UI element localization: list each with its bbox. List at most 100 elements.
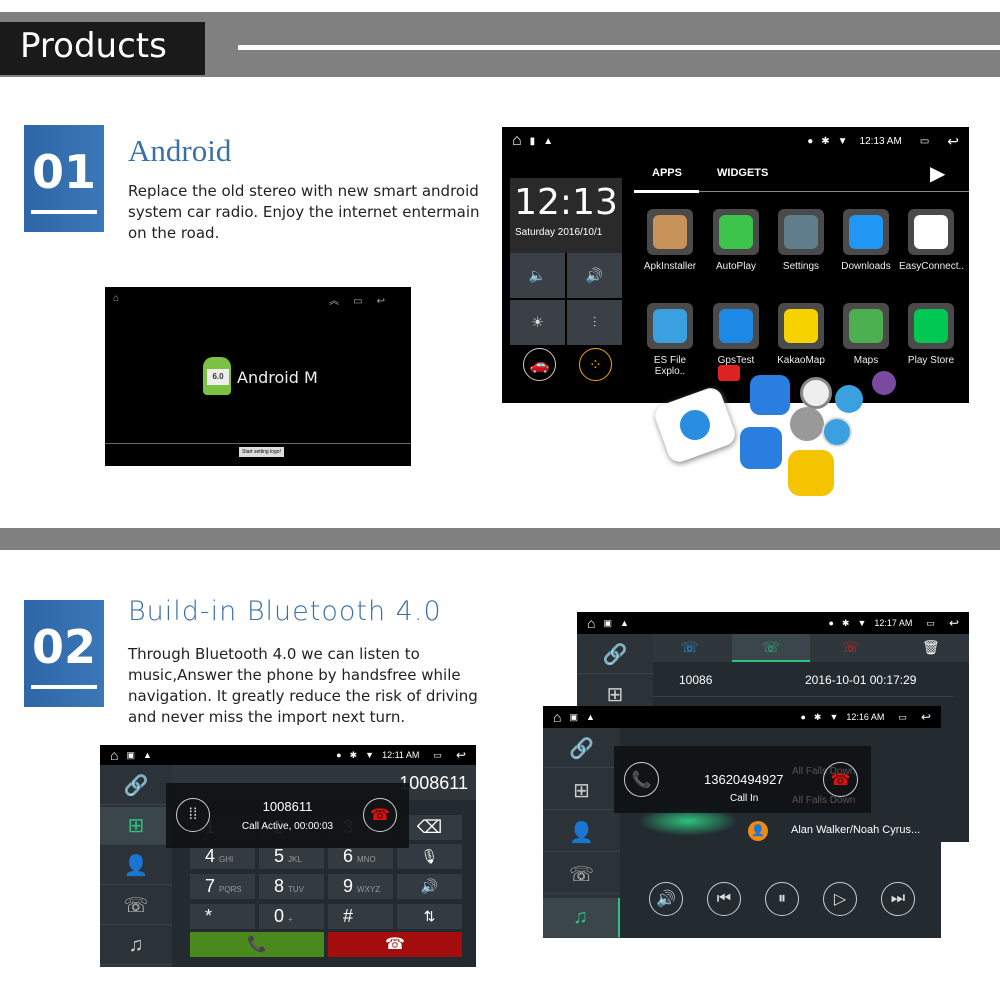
call-button[interactable]: 📞 (190, 932, 324, 957)
delete-icon[interactable]: 🗑 (922, 639, 940, 656)
artist-name: Alan Walker/Noah Cyrus... (791, 824, 921, 836)
contacts-icon[interactable]: 👤 (100, 847, 172, 885)
music-icon[interactable]: ♫ (543, 898, 620, 938)
android-m-logo: Android M (237, 368, 318, 387)
app-icon (647, 209, 693, 255)
app-settings[interactable]: Settings (769, 209, 833, 272)
link-icon[interactable]: 🔗 (543, 730, 620, 768)
pause-button[interactable]: ⏸ (765, 882, 799, 916)
dialpad-icon[interactable]: ⊞ (100, 807, 172, 845)
header-divider (238, 45, 1000, 50)
warning-icon: ▲ (619, 618, 629, 628)
app-apkinstaller[interactable]: ApkInstaller (638, 209, 702, 272)
home-icon: ⌂ (113, 293, 120, 304)
tab-missed-calls[interactable]: ☏ (842, 639, 860, 656)
call-log-icon[interactable]: ☏ (543, 856, 620, 894)
key-6[interactable]: 7 PQRS (190, 874, 255, 899)
back-icon[interactable]: ↩ (947, 133, 959, 150)
back-icon[interactable]: ↩ (949, 616, 959, 630)
tab-indicator (634, 190, 699, 193)
app-label: Settings (782, 261, 820, 272)
app-icon (843, 209, 889, 255)
bluetooth-icon: ✱ (841, 617, 850, 628)
section-divider-band (0, 528, 1000, 550)
contacts-icon[interactable]: 👤 (543, 814, 620, 852)
notification-icon: ▣ (569, 711, 578, 722)
music-icon[interactable]: ♫ (100, 927, 172, 965)
recent-apps-icon[interactable]: ▭ (920, 136, 929, 147)
status-time: 12:17 AM (874, 618, 913, 628)
end-call-button[interactable]: ☎ (363, 798, 397, 832)
app-play-store[interactable]: Play Store (899, 303, 963, 366)
status-time: 12:16 AM (846, 712, 885, 722)
recent-apps-icon[interactable]: ▭ (926, 618, 935, 629)
volume-up-icon[interactable]: 🔊 (567, 253, 622, 298)
app-label: EasyConnect.. (899, 261, 965, 272)
apps-grid-icon[interactable]: ⁘ (579, 348, 612, 381)
start-setting-logo-button[interactable]: Start setting logo! (239, 447, 284, 457)
call-log-number[interactable]: 10086 (679, 673, 712, 687)
section-description: Through Bluetooth 4.0 we can listen to m… (128, 645, 478, 726)
song-title-secondary: All Falls Down (792, 795, 856, 806)
answer-call-button[interactable]: 📞 (624, 762, 659, 797)
bluetooth-icon: ✱ (821, 135, 830, 147)
key-8[interactable]: 9 WXYZ (328, 874, 393, 899)
warning-icon: ▲ (142, 750, 152, 760)
app-icon (908, 209, 954, 255)
notification-icon: ▣ (126, 749, 135, 760)
back-icon[interactable]: ↩ (456, 748, 466, 762)
call-log-time: 2016-10-01 00:17:29 (805, 673, 917, 687)
status-time: 12:11 AM (382, 750, 420, 760)
link-icon[interactable]: 🔗 (100, 767, 172, 805)
brightness-icon[interactable]: ☀ (510, 300, 565, 345)
wifi-icon: ▼ (837, 135, 848, 147)
volume-button[interactable]: 🔊 (649, 882, 683, 916)
key-9[interactable]: * (190, 904, 255, 929)
play-button[interactable]: ▷ (823, 882, 857, 916)
equalizer-icon[interactable]: ⫶ (567, 300, 622, 345)
transfer-button[interactable]: ⇅ (397, 904, 462, 929)
divider (105, 443, 411, 444)
tab-incoming-calls[interactable]: ☏ (681, 639, 699, 656)
car-icon[interactable]: 🚗 (523, 348, 556, 381)
decline-call-button[interactable]: ☎ (823, 762, 858, 797)
dialpad-icon[interactable]: ⊞ (543, 772, 620, 810)
key-10[interactable]: 0 + (259, 904, 324, 929)
launcher-screen: ⌂ ▮ ▲ ● ✱ ▼ 12:13 AM ▭ ↩ 12:13 Saturday 2016/… (502, 127, 969, 403)
home-icon[interactable]: ⌂ (512, 132, 522, 150)
hangup-button[interactable]: ☎ (328, 932, 462, 957)
app-easyconnect[interactable]: EasyConnect.. (899, 209, 965, 272)
call-log-icon[interactable]: ☏ (100, 887, 172, 925)
app-autoplay[interactable]: AutoPlay (704, 209, 768, 272)
home-icon[interactable]: ⌂ (553, 709, 561, 725)
app-icon (778, 209, 824, 255)
play-store-icon[interactable]: ▶ (930, 161, 945, 186)
tab-outgoing-calls[interactable]: ☏ (732, 634, 810, 662)
speaker-button[interactable]: 🔊 (397, 874, 462, 899)
warning-icon: ▲ (585, 712, 595, 722)
app-downloads[interactable]: Downloads (834, 209, 898, 272)
app-icon (843, 303, 889, 349)
app-maps[interactable]: Maps (834, 303, 898, 366)
key-11[interactable]: # (328, 904, 393, 929)
tab-widgets[interactable]: WIDGETS (717, 167, 768, 179)
boot-screen: ⌂ ︽▭↩ 6.0 Android M Start setting logo! (105, 287, 411, 466)
app-kakaomap[interactable]: KakaoMap (769, 303, 833, 366)
home-icon[interactable]: ⌂ (110, 747, 118, 763)
home-icon[interactable]: ⌂ (587, 615, 595, 631)
warning-icon: ▲ (543, 135, 554, 147)
key-7[interactable]: 8 TUV (259, 874, 324, 899)
nav-icons: ︽▭↩ (329, 296, 399, 307)
music-call-screen: ⌂ ▣ ▲ ● ✱ ▼ 12:16 AM ▭ ↩ 🔗 ⊞ 👤 ☏ ♫ 👤 Alan Walk… (543, 706, 941, 938)
recent-apps-icon[interactable]: ▭ (898, 712, 907, 723)
section-description: Replace the old stereo with new smart an… (128, 182, 480, 242)
recent-apps-icon[interactable]: ▭ (433, 750, 442, 761)
volume-down-icon[interactable]: 🔈 (510, 253, 565, 298)
next-track-button[interactable]: ⏭ (881, 882, 915, 916)
tab-apps[interactable]: APPS (652, 167, 682, 179)
app-gpstest[interactable]: GpsTest (704, 303, 768, 366)
app-icon (713, 209, 759, 255)
link-icon[interactable]: 🔗 (577, 636, 653, 674)
previous-track-button[interactable]: ⏮ (707, 882, 741, 916)
back-icon[interactable]: ↩ (921, 710, 931, 724)
